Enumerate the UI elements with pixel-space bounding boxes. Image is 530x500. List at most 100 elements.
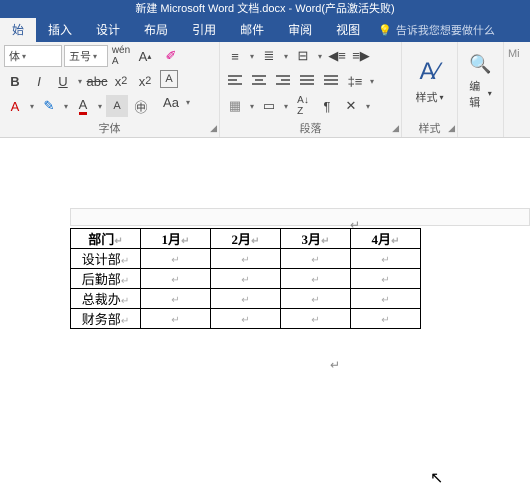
page: ↵ 部门↵1月↵2月↵3月↵4月↵ 设计部↵↵↵↵↵后勤部↵↵↵↵↵总裁办↵↵↵… xyxy=(50,228,530,329)
table-row: 后勤部↵↵↵↵↵ xyxy=(71,269,421,289)
table-cell[interactable]: ↵ xyxy=(141,269,211,289)
table-cell[interactable]: ↵ xyxy=(351,269,421,289)
line-spacing-button[interactable]: ‡≡ xyxy=(344,70,366,92)
tab-review[interactable]: 审阅 xyxy=(276,18,324,42)
table-cell[interactable]: 后勤部↵ xyxy=(71,269,141,289)
font-name-combo[interactable]: 体 ▾ xyxy=(4,45,62,67)
distributed-button[interactable] xyxy=(320,70,342,92)
table-cell[interactable]: ↵ xyxy=(211,269,281,289)
show-marks-button[interactable]: ¶ xyxy=(316,95,338,117)
align-center-icon xyxy=(252,75,266,87)
ribbon: 体 ▾ 五号 ▾ wénA A▴ B I U ▾ abc x2 xyxy=(0,42,530,138)
table-cell[interactable]: ↵ xyxy=(281,309,351,329)
char-shading-button[interactable]: A xyxy=(106,95,128,117)
table-cell[interactable]: 总裁办↵ xyxy=(71,289,141,309)
editing-button[interactable]: 🔍 编辑▾ xyxy=(461,45,499,118)
table-cell[interactable]: ↵ xyxy=(211,289,281,309)
tab-mail[interactable]: 邮件 xyxy=(228,18,276,42)
tab-view[interactable]: 视图 xyxy=(324,18,372,42)
superscript-button[interactable]: x2 xyxy=(134,70,156,92)
asian-layout-dropdown[interactable]: ▾ xyxy=(364,102,372,111)
table-header-cell[interactable]: 4月↵ xyxy=(351,229,421,249)
underline-button[interactable]: U xyxy=(52,70,74,92)
font-color-dropdown[interactable]: ▾ xyxy=(96,102,104,111)
font-color-button[interactable]: A xyxy=(72,95,94,117)
multilevel-button[interactable]: ⊟ xyxy=(292,45,314,67)
styles-button[interactable]: A⁄ 样式▾ xyxy=(407,45,451,118)
align-center-button[interactable] xyxy=(248,70,270,92)
group-styles: A⁄ 样式▾ 样式 ◢ xyxy=(402,42,458,137)
phonetic-guide-button[interactable]: wénA xyxy=(110,45,132,67)
table-header-cell[interactable]: 1月↵ xyxy=(141,229,211,249)
table-cell[interactable]: ↵ xyxy=(141,249,211,269)
enclose-char-button[interactable]: ㊥ xyxy=(130,95,152,117)
table-cell[interactable]: ↵ xyxy=(281,249,351,269)
change-case-button[interactable]: Aa xyxy=(160,91,182,113)
table-cell[interactable]: ↵ xyxy=(141,309,211,329)
tab-insert[interactable]: 插入 xyxy=(36,18,84,42)
numbering-button[interactable]: ≣ xyxy=(258,45,280,67)
italic-button[interactable]: I xyxy=(28,70,50,92)
asian-layout-button[interactable]: ✕ xyxy=(340,95,362,117)
table-cell[interactable]: 财务部↵ xyxy=(71,309,141,329)
char-border-button[interactable]: A xyxy=(160,70,178,88)
text-effects-dropdown[interactable]: ▾ xyxy=(62,102,70,111)
paragraph-dialog-launcher[interactable]: ◢ xyxy=(392,120,399,136)
align-justify-button[interactable] xyxy=(296,70,318,92)
multilevel-dropdown[interactable]: ▾ xyxy=(316,52,324,61)
align-left-button[interactable] xyxy=(224,70,246,92)
align-right-button[interactable] xyxy=(272,70,294,92)
increase-indent-button[interactable]: ≡▶ xyxy=(350,45,372,67)
ribbon-tabs: 始 插入 设计 布局 引用 邮件 审阅 视图 💡 告诉我您想要做什么 xyxy=(0,18,530,42)
tell-me-search[interactable]: 💡 告诉我您想要做什么 xyxy=(372,22,495,38)
table-cell[interactable]: ↵ xyxy=(141,289,211,309)
bold-button[interactable]: B xyxy=(4,70,26,92)
tab-layout[interactable]: 布局 xyxy=(132,18,180,42)
strikethrough-button[interactable]: abc xyxy=(86,70,108,92)
document-table[interactable]: 部门↵1月↵2月↵3月↵4月↵ 设计部↵↵↵↵↵后勤部↵↵↵↵↵总裁办↵↵↵↵↵… xyxy=(70,228,421,329)
table-cell[interactable]: ↵ xyxy=(351,309,421,329)
mouse-cursor-icon: ↖ xyxy=(430,468,443,488)
table-header-cell[interactable]: 3月↵ xyxy=(281,229,351,249)
text-effects-button[interactable]: ✎ xyxy=(38,95,60,117)
table-header-cell[interactable]: 部门↵ xyxy=(71,229,141,249)
highlight-button[interactable]: A xyxy=(4,95,26,117)
font-dialog-launcher[interactable]: ◢ xyxy=(210,120,217,136)
borders-button[interactable]: ▭ xyxy=(258,95,280,117)
table-cell[interactable]: ↵ xyxy=(211,249,281,269)
table-cell[interactable]: ↵ xyxy=(281,269,351,289)
table-cell[interactable]: 设计部↵ xyxy=(71,249,141,269)
decrease-indent-button[interactable]: ◀≡ xyxy=(326,45,348,67)
highlight-dropdown[interactable]: ▾ xyxy=(28,102,36,111)
group-label-paragraph: 段落 ◢ xyxy=(220,121,401,137)
shading-dropdown[interactable]: ▾ xyxy=(248,102,256,111)
chevron-down-icon: ▾ xyxy=(439,93,443,102)
borders-dropdown[interactable]: ▾ xyxy=(282,102,290,111)
underline-dropdown[interactable]: ▾ xyxy=(76,77,84,86)
table-cell[interactable]: ↵ xyxy=(351,249,421,269)
tab-design[interactable]: 设计 xyxy=(84,18,132,42)
font-size-value: 五号 xyxy=(69,48,91,64)
sort-button[interactable]: A↓Z xyxy=(292,95,314,117)
table-header-cell[interactable]: 2月↵ xyxy=(211,229,281,249)
table-cell[interactable]: ↵ xyxy=(351,289,421,309)
group-label-editing xyxy=(458,121,503,137)
change-case-dropdown[interactable]: ▾ xyxy=(184,98,192,107)
tab-references[interactable]: 引用 xyxy=(180,18,228,42)
font-size-combo[interactable]: 五号 ▾ xyxy=(64,45,108,67)
numbering-dropdown[interactable]: ▾ xyxy=(282,52,290,61)
horizontal-ruler[interactable] xyxy=(70,208,530,226)
bullets-button[interactable]: ≡ xyxy=(224,45,246,67)
table-cell[interactable]: ↵ xyxy=(211,309,281,329)
tab-home[interactable]: 始 xyxy=(0,18,36,42)
table-cell[interactable]: ↵ xyxy=(281,289,351,309)
subscript-button[interactable]: x2 xyxy=(110,70,132,92)
bullets-dropdown[interactable]: ▾ xyxy=(248,52,256,61)
shading-button[interactable]: ▦ xyxy=(224,95,246,117)
clear-format-button[interactable]: ✐ xyxy=(160,45,182,67)
styles-dialog-launcher[interactable]: ◢ xyxy=(448,120,455,136)
document-area[interactable]: ↵ 部门↵1月↵2月↵3月↵4月↵ 设计部↵↵↵↵↵后勤部↵↵↵↵↵总裁办↵↵↵… xyxy=(0,138,530,329)
line-spacing-dropdown[interactable]: ▾ xyxy=(368,77,376,86)
paragraph-mark-icon: ↵ xyxy=(330,358,340,372)
grow-font-button[interactable]: A▴ xyxy=(134,45,156,67)
